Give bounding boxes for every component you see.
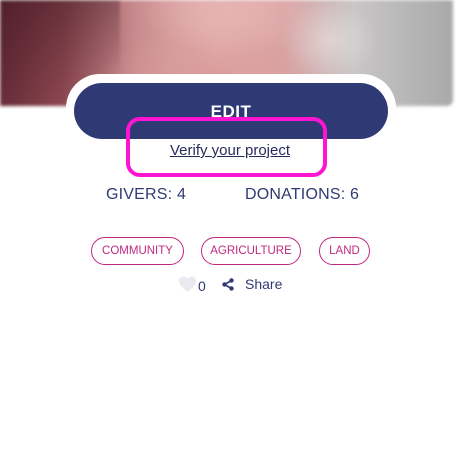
like-count: 0 xyxy=(198,278,206,294)
share-button[interactable]: Share xyxy=(222,275,282,293)
share-label: Share xyxy=(245,276,283,292)
givers-count: GIVERS: 4 xyxy=(106,186,187,203)
tag-land[interactable]: LAND xyxy=(319,237,370,265)
heart-icon xyxy=(178,275,197,293)
tag-community[interactable]: COMMUNITY xyxy=(91,237,184,265)
like-button[interactable]: 0 xyxy=(178,274,206,294)
edit-button[interactable]: EDIT xyxy=(74,83,388,139)
verify-project-link[interactable]: Verify your project xyxy=(0,142,460,159)
project-page: EDIT Verify your project GIVERS: 4 DONAT… xyxy=(0,0,474,454)
donations-count: DONATIONS: 6 xyxy=(245,186,360,203)
tag-agriculture[interactable]: AGRICULTURE xyxy=(201,237,301,265)
share-icon xyxy=(222,277,234,291)
